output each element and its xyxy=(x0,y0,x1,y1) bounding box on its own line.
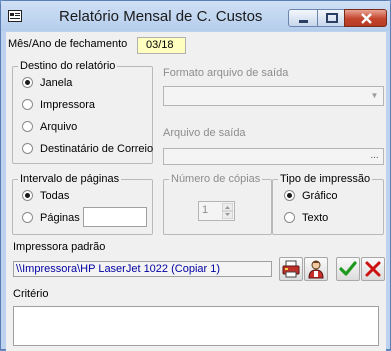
radio-selected[interactable] xyxy=(22,77,33,88)
printer-setup-button[interactable] xyxy=(279,257,303,281)
print-type-option-label: Texto xyxy=(302,212,329,224)
app-icon[interactable] xyxy=(8,10,22,22)
dialog-body: Mês/Ano de fechamento 03/18 Destino do r… xyxy=(6,32,386,351)
print-type-group-title: Tipo de impressão xyxy=(278,172,373,186)
destination-group-title: Destino do relatório xyxy=(18,59,118,73)
destination-option-label: Impressora xyxy=(40,99,96,111)
period-field[interactable]: 03/18 xyxy=(137,37,186,54)
output-format-select[interactable]: ▼ xyxy=(163,86,384,106)
radio-unselected[interactable] xyxy=(284,212,295,223)
page-range-group-title: Intervalo de páginas xyxy=(18,172,122,186)
close-icon xyxy=(361,13,372,24)
browse-button[interactable]: ... xyxy=(367,150,382,163)
window-title: Relatório Mensal de C. Custos xyxy=(59,8,263,25)
destination-option-label: Janela xyxy=(40,77,73,89)
user-settings-button[interactable] xyxy=(304,257,328,281)
maximize-button[interactable] xyxy=(317,9,345,27)
radio-unselected[interactable] xyxy=(22,121,33,132)
printer-icon xyxy=(282,260,300,278)
destination-option-label: Destinatário de Correio xyxy=(40,143,154,155)
pages-input[interactable] xyxy=(83,207,147,227)
print-type-group: Tipo de impressão Gráfico Texto xyxy=(272,172,384,235)
output-file-field[interactable]: ... xyxy=(163,148,384,165)
destination-group: Destino do relatório Janela Impressora A… xyxy=(12,59,154,164)
minimize-icon xyxy=(299,20,308,23)
radio-selected[interactable] xyxy=(284,190,295,201)
confirm-button[interactable] xyxy=(336,257,360,281)
printer-field: \\Impressora\HP LaserJet 1022 (Copiar 1) xyxy=(13,261,272,277)
print-type-option-label: Gráfico xyxy=(302,190,338,202)
output-format-label: Formato arquivo de saída xyxy=(163,67,289,79)
spin-arrows-icon[interactable] xyxy=(222,203,233,219)
radio-unselected[interactable] xyxy=(22,143,33,154)
copies-group: Número de cópias 1 xyxy=(163,172,272,235)
user-icon xyxy=(308,260,324,279)
printer-label: Impressora padrão xyxy=(13,241,106,253)
radio-unselected[interactable] xyxy=(22,99,33,110)
copies-stepper[interactable]: 1 xyxy=(198,201,235,221)
output-file-label: Arquivo de saída xyxy=(163,127,246,139)
radio-selected[interactable] xyxy=(22,190,33,201)
report-window: Relatório Mensal de C. Custos Mês/Ano de… xyxy=(0,0,391,351)
criteria-textarea[interactable] xyxy=(13,306,379,346)
maximize-icon xyxy=(326,13,338,23)
minimize-button[interactable] xyxy=(288,9,318,27)
page-range-group: Intervalo de páginas Todas Páginas xyxy=(12,172,153,235)
destination-option-label: Arquivo xyxy=(40,121,78,133)
cancel-button[interactable] xyxy=(361,257,385,281)
checkmark-icon xyxy=(339,261,357,276)
copies-group-title: Número de cópias xyxy=(169,172,263,186)
close-button[interactable] xyxy=(344,9,387,27)
page-range-pages-label: Páginas xyxy=(40,212,80,224)
x-icon xyxy=(365,261,381,277)
copies-value: 1 xyxy=(202,204,209,216)
period-label: Mês/Ano de fechamento xyxy=(8,38,128,50)
page-range-all-label: Todas xyxy=(40,190,70,202)
radio-unselected[interactable] xyxy=(22,212,33,223)
criteria-label: Critério xyxy=(13,288,49,300)
title-bar[interactable]: Relatório Mensal de C. Custos xyxy=(1,1,390,31)
chevron-down-icon[interactable]: ▼ xyxy=(367,88,382,104)
